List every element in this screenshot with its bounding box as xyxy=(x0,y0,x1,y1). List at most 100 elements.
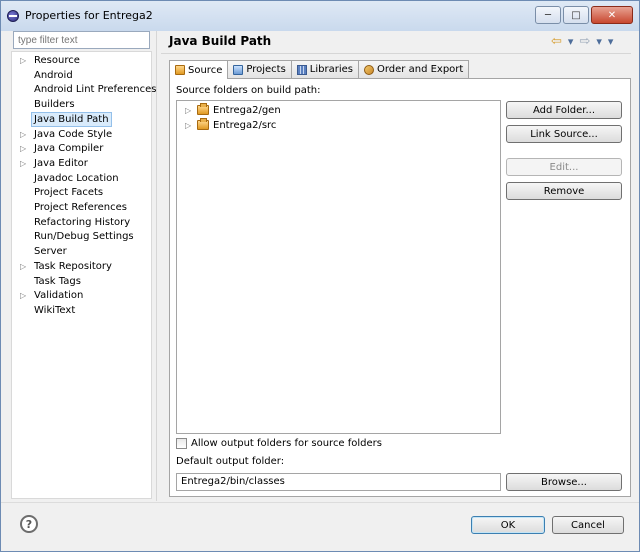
nav-item-task-tags[interactable]: Task Tags xyxy=(12,275,151,289)
back-dropdown-icon[interactable]: ▾ xyxy=(568,35,574,48)
maximize-button[interactable]: □ xyxy=(563,6,589,24)
folder-label: Entrega2/gen xyxy=(213,104,281,116)
nav-item-label: Project Facets xyxy=(34,187,104,199)
nav-item-project-facets[interactable]: Project Facets xyxy=(12,186,151,200)
window-controls: ─ □ ✕ xyxy=(535,6,633,24)
tab-order-export[interactable]: Order and Export xyxy=(358,60,470,78)
source-folder-icon xyxy=(175,65,185,75)
nav-item-label: Android Lint Preferences xyxy=(34,84,157,96)
nav-item-android[interactable]: Android xyxy=(12,69,151,83)
eclipse-icon xyxy=(7,10,19,22)
nav-item-label: Resource xyxy=(34,55,80,66)
source-folder-icon xyxy=(197,103,209,115)
nav-item-java-compiler[interactable]: ▷ Java Compiler xyxy=(12,142,151,156)
nav-item-label: Validation xyxy=(34,290,84,302)
title-bar[interactable]: Properties for Entrega2 ─ □ ✕ xyxy=(1,1,639,31)
back-arrow-icon[interactable]: ⇦ xyxy=(551,34,562,49)
source-folders-tree[interactable]: ▷ Entrega2/gen ▷ Entrega2/src xyxy=(176,100,501,434)
tree-row[interactable]: ▷ Entrega2/src xyxy=(185,118,276,132)
minimize-button[interactable]: ─ xyxy=(535,6,561,24)
tab-label: Source xyxy=(188,64,223,76)
tab-source[interactable]: Source xyxy=(169,60,229,79)
window-title: Properties for Entrega2 xyxy=(25,9,153,22)
nav-item-run-debug-settings[interactable]: Run/Debug Settings xyxy=(12,230,151,244)
panel-divider[interactable] xyxy=(156,31,157,501)
link-source-button[interactable]: Link Source... xyxy=(506,125,622,143)
nav-item-wikitext[interactable]: WikiText xyxy=(12,304,151,318)
nav-item-validation[interactable]: ▷ Validation xyxy=(12,289,151,303)
nav-item-java-editor[interactable]: ▷ Java Editor xyxy=(12,157,151,171)
expand-icon[interactable]: ▷ xyxy=(185,106,193,115)
forward-dropdown-icon[interactable]: ▾ xyxy=(596,35,602,48)
nav-item-project-references[interactable]: Project References xyxy=(12,201,151,215)
tab-libraries[interactable]: Libraries xyxy=(290,60,359,78)
page-title: Java Build Path xyxy=(169,34,272,48)
cancel-button[interactable]: Cancel xyxy=(552,516,624,534)
close-icon: ✕ xyxy=(607,9,617,21)
view-menu-icon[interactable]: ▾ xyxy=(608,35,614,48)
nav-item-java-code-style[interactable]: ▷ Java Code Style xyxy=(12,128,151,142)
nav-item-javadoc-location[interactable]: Javadoc Location xyxy=(12,172,151,186)
tab-label: Libraries xyxy=(309,64,353,75)
libraries-icon xyxy=(296,64,307,75)
nav-item-resource[interactable]: ▷ Resource xyxy=(12,54,151,68)
footer-divider xyxy=(1,502,639,503)
nav-item-label: Builders xyxy=(34,99,75,111)
source-folder-icon xyxy=(197,118,209,130)
nav-item-server[interactable]: Server xyxy=(12,245,151,259)
ok-button[interactable]: OK xyxy=(471,516,545,534)
minimize-icon: ─ xyxy=(544,9,552,21)
expand-icon[interactable]: ▷ xyxy=(185,121,193,130)
nav-item-label: Refactoring History xyxy=(34,216,131,228)
nav-item-label: Java Editor xyxy=(34,157,88,169)
order-export-icon xyxy=(364,64,374,75)
allow-output-label: Allow output folders for source folders xyxy=(191,438,383,449)
add-folder-button[interactable]: Add Folder... xyxy=(506,101,622,119)
expand-icon[interactable]: ▷ xyxy=(20,54,26,68)
nav-item-label: Java Build Path xyxy=(31,111,112,127)
nav-item-label: Android xyxy=(34,69,73,81)
default-output-field[interactable]: Entrega2/bin/classes xyxy=(176,473,501,491)
edit-button[interactable]: Edit... xyxy=(506,158,622,176)
nav-item-label: Project References xyxy=(34,202,127,213)
help-icon[interactable]: ? xyxy=(20,515,38,533)
nav-item-android-lint[interactable]: Android Lint Preferences xyxy=(12,83,156,97)
nav-item-label: Java Code Style xyxy=(34,128,113,140)
expand-icon[interactable]: ▷ xyxy=(20,157,26,171)
filter-input[interactable] xyxy=(13,31,150,49)
expand-icon[interactable]: ▷ xyxy=(20,260,26,274)
expand-icon[interactable]: ▷ xyxy=(20,289,26,303)
nav-item-refactoring-history[interactable]: Refactoring History xyxy=(12,216,151,230)
tab-label: Order and Export xyxy=(377,64,464,75)
properties-nav: ▷ Resource Android Android Lint Preferen… xyxy=(11,51,156,499)
allow-output-checkbox[interactable] xyxy=(176,438,187,449)
nav-item-label: Task Tags xyxy=(34,275,81,287)
nav-item-label: Javadoc Location xyxy=(34,172,119,184)
source-folders-label: Source folders on build path: xyxy=(176,85,321,96)
nav-item-builders[interactable]: Builders xyxy=(12,98,151,112)
nav-item-label: Task Repository xyxy=(34,260,112,272)
allow-output-row[interactable]: Allow output folders for source folders xyxy=(176,438,382,449)
nav-item-label: Java Compiler xyxy=(34,143,104,155)
nav-item-label: Server xyxy=(34,246,67,258)
tab-projects[interactable]: Projects xyxy=(227,60,292,78)
nav-item-java-build-path[interactable]: Java Build Path xyxy=(12,111,151,127)
close-button[interactable]: ✕ xyxy=(591,6,633,24)
browse-button[interactable]: Browse... xyxy=(506,473,622,491)
default-output-label: Default output folder: xyxy=(176,456,285,467)
expand-icon[interactable]: ▷ xyxy=(20,128,26,142)
maximize-icon: □ xyxy=(571,9,581,21)
nav-item-label: WikiText xyxy=(34,304,76,316)
history-nav: ⇦ ▾ ⇨ ▾ ▾ xyxy=(551,34,613,49)
folder-label: Entrega2/src xyxy=(213,119,277,131)
tab-label: Projects xyxy=(246,64,286,75)
remove-button[interactable]: Remove xyxy=(506,182,622,200)
nav-item-task-repository[interactable]: ▷ Task Repository xyxy=(12,260,151,274)
expand-icon[interactable]: ▷ xyxy=(20,142,26,156)
forward-arrow-icon[interactable]: ⇨ xyxy=(579,34,590,49)
build-path-tabs: Source Projects Libraries Order and Expo… xyxy=(169,60,470,79)
nav-item-label: Run/Debug Settings xyxy=(34,231,134,243)
tree-row[interactable]: ▷ Entrega2/gen xyxy=(185,103,281,117)
projects-icon xyxy=(233,64,244,75)
properties-dialog: Properties for Entrega2 ─ □ ✕ ▷ Resource… xyxy=(0,0,640,552)
